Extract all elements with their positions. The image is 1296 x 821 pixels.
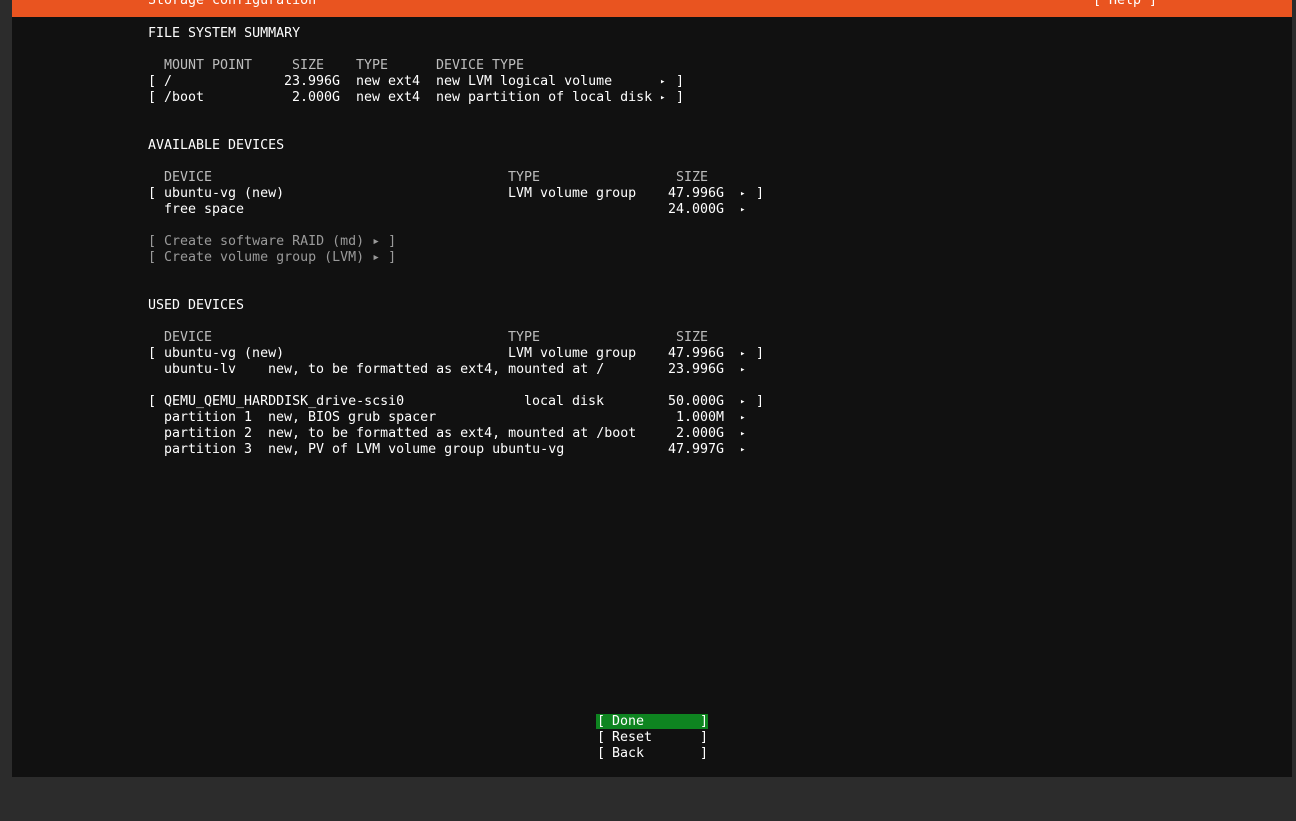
- fs-row-boot[interactable]: [ /boot 2.000G new ext4 new partition of…: [148, 90, 688, 106]
- used-row-ubuntu-vg[interactable]: [ ubuntu-vg (new) LVM volume group 47.99…: [148, 346, 768, 362]
- partition-name: partition 2: [164, 426, 253, 441]
- partition-size: 2.000G: [676, 426, 725, 441]
- col-size: SIZE: [676, 330, 709, 345]
- col-size: SIZE: [676, 170, 709, 185]
- expand-arrow-icon: ▸: [740, 397, 746, 407]
- fs-summary-heading: FILE SYSTEM SUMMARY: [148, 26, 301, 41]
- expand-arrow-icon: ▸: [740, 205, 746, 215]
- expand-arrow-icon: ▸: [740, 189, 746, 199]
- reset-button-label: Reset: [612, 730, 653, 745]
- device-size: 47.996G: [668, 346, 725, 361]
- expand-arrow-icon: ▸: [740, 349, 746, 359]
- partition-size: 1.000M: [676, 410, 725, 425]
- device-name: ubuntu-vg (new): [164, 346, 285, 361]
- col-device: DEVICE: [164, 330, 213, 345]
- fs-size: 23.996G: [284, 74, 341, 89]
- screen-title: Storage configuration: [148, 0, 317, 8]
- device-name: ubuntu-vg (new): [164, 186, 285, 201]
- installer-screen: Storage configuration [ Help ] FILE SYST…: [12, 0, 1292, 777]
- done-button[interactable]: [ Done ]: [596, 714, 708, 729]
- fs-type: new ext4: [356, 74, 421, 89]
- partition-size: 47.997G: [668, 442, 725, 457]
- device-type: LVM volume group: [508, 186, 637, 201]
- create-raid-button[interactable]: [ Create software RAID (md) ▸ ]: [148, 234, 396, 250]
- fs-row-root[interactable]: [ / 23.996G new ext4 new LVM logical vol…: [148, 74, 688, 90]
- help-button[interactable]: [ Help ]: [1093, 0, 1157, 8]
- col-mount-point: MOUNT POINT: [164, 58, 253, 73]
- used-header-row: DEVICE TYPE SIZE: [148, 330, 708, 346]
- device-size: 23.996G: [668, 362, 725, 377]
- col-device: DEVICE: [164, 170, 213, 185]
- col-size: SIZE: [292, 58, 325, 73]
- mount-point: /boot: [164, 90, 205, 105]
- create-volume-group-button[interactable]: [ Create volume group (LVM) ▸ ]: [148, 250, 396, 266]
- expand-arrow-icon: ▸: [660, 93, 666, 103]
- fs-size: 2.000G: [292, 90, 341, 105]
- col-device-type: DEVICE TYPE: [436, 58, 525, 73]
- available-row-free-space[interactable]: free space 24.000G ▸: [148, 202, 768, 218]
- expand-arrow-icon: ▸: [740, 429, 746, 439]
- fs-summary-header-row: MOUNT POINT SIZE TYPE DEVICE TYPE: [148, 58, 524, 74]
- available-devices-heading: AVAILABLE DEVICES: [148, 138, 285, 153]
- available-header-row: DEVICE TYPE SIZE: [148, 170, 708, 186]
- device-type: LVM volume group: [508, 346, 637, 361]
- back-button-label: Back: [612, 746, 645, 761]
- device-size: 47.996G: [668, 186, 725, 201]
- back-button[interactable]: [ Back ]: [596, 746, 708, 761]
- device-name: free space: [164, 202, 245, 217]
- partition-description: new, to be formatted as ext4, mounted at…: [268, 426, 637, 441]
- device-size: 50.000G: [668, 394, 725, 409]
- device-name: ubuntu-lv: [164, 362, 237, 377]
- partition-description: new, PV of LVM volume group ubuntu-vg: [268, 442, 565, 457]
- device-name: QEMU_QEMU_HARDDISK_drive-scsi0: [164, 394, 405, 409]
- reset-button[interactable]: [ Reset ]: [596, 730, 708, 745]
- device-description: new, to be formatted as ext4, mounted at…: [268, 362, 605, 377]
- used-row-ubuntu-lv[interactable]: ubuntu-lv new, to be formatted as ext4, …: [148, 362, 768, 378]
- done-button-label: Done: [612, 714, 645, 729]
- fs-type: new ext4: [356, 90, 421, 105]
- partition-name: partition 1: [164, 410, 253, 425]
- available-row-ubuntu-vg[interactable]: [ ubuntu-vg (new) LVM volume group 47.99…: [148, 186, 768, 202]
- device-type: local disk: [524, 394, 605, 409]
- expand-arrow-icon: ▸: [740, 445, 746, 455]
- col-type: TYPE: [508, 330, 541, 345]
- fs-device-type: new LVM logical volume: [436, 74, 613, 89]
- col-type: TYPE: [356, 58, 389, 73]
- mount-point: /: [164, 74, 173, 89]
- title-bar: Storage configuration [ Help ]: [12, 0, 1292, 17]
- used-row-partition-1[interactable]: partition 1 new, BIOS grub spacer 1.000M…: [148, 410, 768, 426]
- expand-arrow-icon: ▸: [740, 413, 746, 423]
- fs-device-type: new partition of local disk: [436, 90, 653, 105]
- used-row-qemu-disk[interactable]: [ QEMU_QEMU_HARDDISK_drive-scsi0 local d…: [148, 394, 768, 410]
- used-devices-heading: USED DEVICES: [148, 298, 245, 313]
- partition-name: partition 3: [164, 442, 253, 457]
- col-type: TYPE: [508, 170, 541, 185]
- used-row-partition-2[interactable]: partition 2 new, to be formatted as ext4…: [148, 426, 768, 442]
- device-size: 24.000G: [668, 202, 725, 217]
- used-row-partition-3[interactable]: partition 3 new, PV of LVM volume group …: [148, 442, 768, 458]
- expand-arrow-icon: ▸: [740, 365, 746, 375]
- partition-description: new, BIOS grub spacer: [268, 410, 437, 425]
- expand-arrow-icon: ▸: [660, 77, 666, 87]
